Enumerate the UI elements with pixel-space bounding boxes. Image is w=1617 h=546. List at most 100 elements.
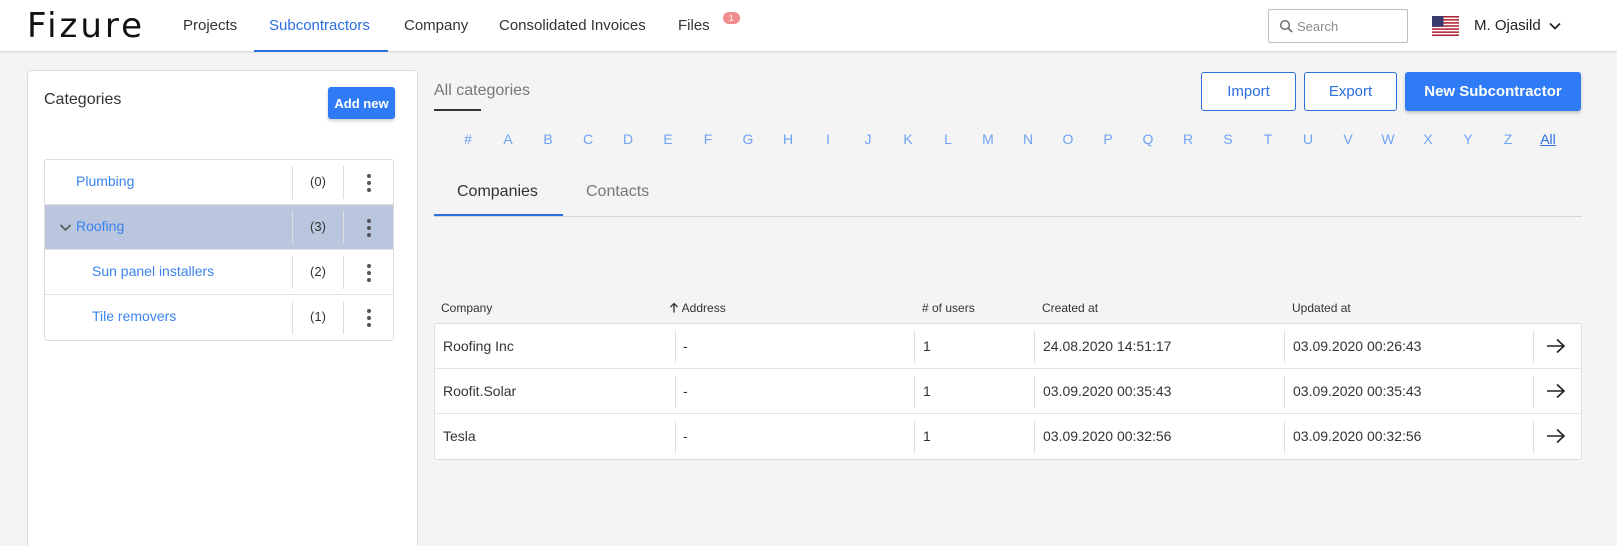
table-row[interactable]: Tesla - 1 03.09.2020 00:32:56 03.09.2020… (435, 414, 1581, 459)
divider (343, 166, 344, 199)
cell-created-at: 03.09.2020 00:32:56 (1043, 428, 1172, 444)
nav-files-label: Files (678, 17, 710, 34)
more-vertical-icon[interactable] (359, 172, 379, 194)
nav-consolidated-invoices[interactable]: Consolidated Invoices (484, 0, 661, 52)
search-box[interactable] (1268, 9, 1408, 43)
cell-created-at: 24.08.2020 14:51:17 (1043, 338, 1172, 354)
more-vertical-icon[interactable] (359, 217, 379, 239)
letter-filter-p[interactable]: P (1098, 131, 1118, 147)
letter-filter-z[interactable]: Z (1498, 131, 1518, 147)
category-count: (2) (310, 264, 326, 279)
more-vertical-icon[interactable] (359, 307, 379, 329)
user-menu[interactable]: M. Ojasild (1474, 0, 1561, 52)
chevron-down-icon[interactable] (59, 221, 72, 234)
category-row-plumbing[interactable]: Plumbing (0) (45, 160, 393, 205)
category-count: (0) (310, 174, 326, 189)
app-logo[interactable]: Fizure (27, 6, 145, 46)
table-row[interactable]: Roofit.Solar - 1 03.09.2020 00:35:43 03.… (435, 369, 1581, 414)
letter-filter-d[interactable]: D (618, 131, 638, 147)
category-label[interactable]: Sun panel installers (92, 263, 214, 279)
search-input[interactable] (1297, 17, 1401, 35)
divider (1284, 421, 1285, 453)
category-list: Plumbing (0) Roofing (3) Sun panel insta… (44, 159, 394, 341)
letter-filter-s[interactable]: S (1218, 131, 1238, 147)
letter-filter-g[interactable]: G (738, 131, 758, 147)
export-button[interactable]: Export (1304, 72, 1397, 111)
category-row-tile-removers[interactable]: Tile removers (1) (45, 295, 393, 340)
divider (1034, 331, 1035, 363)
nav-projects[interactable]: Projects (168, 0, 252, 52)
column-header-updated-at[interactable]: Updated at (1292, 301, 1351, 315)
divider (343, 211, 344, 244)
category-row-roofing[interactable]: Roofing (3) (45, 205, 393, 250)
cell-company: Tesla (443, 428, 476, 444)
search-icon (1279, 19, 1293, 33)
letter-filter-u[interactable]: U (1298, 131, 1318, 147)
letter-filter-c[interactable]: C (578, 131, 598, 147)
cell-company: Roofing Inc (443, 338, 514, 354)
title-underline (434, 109, 481, 111)
divider (1034, 421, 1035, 453)
column-header-users[interactable]: # of users (922, 301, 975, 315)
us-flag-icon[interactable] (1432, 16, 1459, 36)
letter-filter-e[interactable]: E (658, 131, 678, 147)
letter-filter-h[interactable]: H (778, 131, 798, 147)
letter-filter-o[interactable]: O (1058, 131, 1078, 147)
letter-filter-y[interactable]: Y (1458, 131, 1478, 147)
category-label[interactable]: Roofing (76, 218, 124, 234)
tab-companies[interactable]: Companies (457, 183, 538, 201)
letter-filter-b[interactable]: B (538, 131, 558, 147)
arrow-right-icon[interactable] (1545, 427, 1567, 445)
divider (1284, 331, 1285, 363)
active-tab-indicator (434, 214, 563, 216)
column-header-address[interactable]: Address (669, 301, 726, 315)
category-row-sun-panel-installers[interactable]: Sun panel installers (2) (45, 250, 393, 295)
letter-filter-k[interactable]: K (898, 131, 918, 147)
column-header-address-label: Address (681, 301, 726, 315)
column-header-company[interactable]: Company (441, 301, 492, 315)
nav-subcontractors[interactable]: Subcontractors (254, 0, 388, 52)
letter-filter-all[interactable]: All (1538, 131, 1558, 147)
nav-files[interactable]: Files 1 (663, 0, 740, 52)
table-row[interactable]: Roofing Inc - 1 24.08.2020 14:51:17 03.0… (435, 324, 1581, 369)
files-count-badge: 1 (722, 12, 740, 24)
letter-filter-m[interactable]: M (978, 131, 998, 147)
letter-filter-n[interactable]: N (1018, 131, 1038, 147)
letter-filter-hash[interactable]: # (458, 131, 478, 147)
divider (1034, 376, 1035, 408)
letter-filter-x[interactable]: X (1418, 131, 1438, 147)
column-header-created-at[interactable]: Created at (1042, 301, 1098, 315)
cell-updated-at: 03.09.2020 00:35:43 (1293, 383, 1422, 399)
tab-contacts[interactable]: Contacts (586, 183, 649, 201)
letter-filter-v[interactable]: V (1338, 131, 1358, 147)
import-button[interactable]: Import (1201, 72, 1296, 111)
divider (914, 331, 915, 363)
arrow-right-icon[interactable] (1545, 382, 1567, 400)
divider (1533, 421, 1534, 453)
letter-filter-w[interactable]: W (1378, 131, 1398, 147)
letter-filter-f[interactable]: F (698, 131, 718, 147)
category-label[interactable]: Tile removers (92, 308, 176, 324)
divider (675, 421, 676, 453)
letter-filter-q[interactable]: Q (1138, 131, 1158, 147)
letter-filter-t[interactable]: T (1258, 131, 1278, 147)
categories-title: Categories (44, 91, 122, 108)
divider (1284, 376, 1285, 408)
letter-filter-i[interactable]: I (818, 131, 838, 147)
tabs-divider (434, 216, 1582, 217)
user-name: M. Ojasild (1474, 17, 1541, 34)
more-vertical-icon[interactable] (359, 262, 379, 284)
nav-company[interactable]: Company (389, 0, 483, 52)
cell-updated-at: 03.09.2020 00:32:56 (1293, 428, 1422, 444)
category-label[interactable]: Plumbing (76, 173, 134, 189)
new-subcontractor-button[interactable]: New Subcontractor (1405, 72, 1581, 111)
cell-users: 1 (923, 428, 931, 444)
divider (1533, 376, 1534, 408)
arrow-right-icon[interactable] (1545, 337, 1567, 355)
top-navbar: Fizure Projects Subcontractors Company C… (0, 0, 1617, 52)
letter-filter-j[interactable]: J (858, 131, 878, 147)
letter-filter-r[interactable]: R (1178, 131, 1198, 147)
add-new-category-button[interactable]: Add new (328, 87, 395, 119)
letter-filter-a[interactable]: A (498, 131, 518, 147)
letter-filter-l[interactable]: L (938, 131, 958, 147)
